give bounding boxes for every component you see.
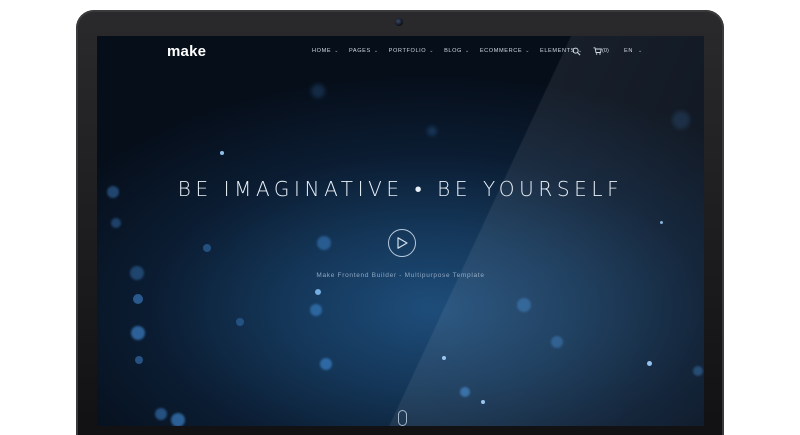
scroll-down-indicator[interactable] bbox=[398, 410, 407, 426]
particle bbox=[647, 361, 652, 366]
nav-item-label: ELEMENTS bbox=[540, 48, 575, 54]
particle bbox=[660, 221, 663, 224]
particle bbox=[481, 400, 485, 404]
search-icon[interactable] bbox=[572, 47, 581, 56]
cart-icon bbox=[593, 47, 602, 55]
particle bbox=[427, 126, 437, 136]
particle bbox=[693, 366, 703, 376]
particle bbox=[311, 84, 325, 98]
nav-item-label: ECOMMERCE bbox=[479, 48, 523, 54]
play-icon bbox=[397, 237, 408, 249]
nav-item-ecommerce[interactable]: ECOMMERCE ⌄ bbox=[480, 48, 530, 54]
cart-button[interactable]: (0) bbox=[593, 47, 609, 55]
hero-subtitle: Make Frontend Builder - Multipurpose Tem… bbox=[316, 272, 485, 279]
nav-item-pages[interactable]: PAGES ⌄ bbox=[349, 48, 379, 54]
particle bbox=[320, 358, 332, 370]
hero-headline: BE IMAGINATIVE • BE YOURSELF bbox=[177, 177, 624, 201]
particle bbox=[551, 336, 563, 348]
cart-count: (0) bbox=[602, 48, 609, 54]
particle bbox=[111, 218, 121, 228]
chevron-down-icon: ⌄ bbox=[637, 48, 643, 54]
nav-item-label: HOME bbox=[312, 48, 332, 54]
particle bbox=[672, 111, 690, 129]
nav-item-label: BLOG bbox=[444, 48, 463, 54]
nav-item-home[interactable]: HOME ⌄ bbox=[312, 48, 339, 54]
laptop-frame: make HOME ⌄ PAGES ⌄ PORTFOLIO ⌄ BLOG ⌄ ECOMM… bbox=[76, 10, 724, 435]
particle bbox=[310, 304, 322, 316]
chevron-down-icon: ⌄ bbox=[334, 48, 339, 54]
particle bbox=[442, 356, 446, 360]
particle bbox=[236, 318, 244, 326]
language-selector[interactable]: EN ⌄ bbox=[624, 48, 643, 54]
particle bbox=[155, 408, 167, 420]
play-video-button[interactable] bbox=[388, 229, 416, 257]
particle bbox=[315, 289, 321, 295]
nav-item-label: PAGES bbox=[348, 48, 371, 54]
particle bbox=[135, 356, 143, 364]
particle bbox=[171, 413, 185, 426]
site-logo[interactable]: make bbox=[167, 43, 206, 60]
nav-item-label: PORTFOLIO bbox=[388, 48, 427, 54]
particle bbox=[203, 244, 211, 252]
language-label: EN bbox=[624, 48, 633, 54]
particle bbox=[131, 326, 145, 340]
particle bbox=[317, 236, 331, 250]
website-screen: make HOME ⌄ PAGES ⌄ PORTFOLIO ⌄ BLOG ⌄ ECOMM… bbox=[97, 36, 704, 426]
camera-icon bbox=[395, 18, 403, 26]
chevron-down-icon: ⌄ bbox=[525, 48, 530, 54]
chevron-down-icon: ⌄ bbox=[429, 48, 435, 54]
particle bbox=[517, 298, 531, 312]
particle bbox=[220, 151, 224, 155]
chevron-down-icon: ⌄ bbox=[465, 48, 470, 54]
particle bbox=[133, 294, 143, 304]
nav-item-portfolio[interactable]: PORTFOLIO ⌄ bbox=[389, 48, 434, 54]
main-menu: HOME ⌄ PAGES ⌄ PORTFOLIO ⌄ BLOG ⌄ ECOMMERCE ⌄… bbox=[312, 48, 593, 54]
particle bbox=[460, 387, 470, 397]
nav-item-blog[interactable]: BLOG ⌄ bbox=[444, 48, 470, 54]
top-navigation: make HOME ⌄ PAGES ⌄ PORTFOLIO ⌄ BLOG ⌄ ECOMM… bbox=[97, 36, 704, 70]
chevron-down-icon: ⌄ bbox=[373, 48, 379, 54]
